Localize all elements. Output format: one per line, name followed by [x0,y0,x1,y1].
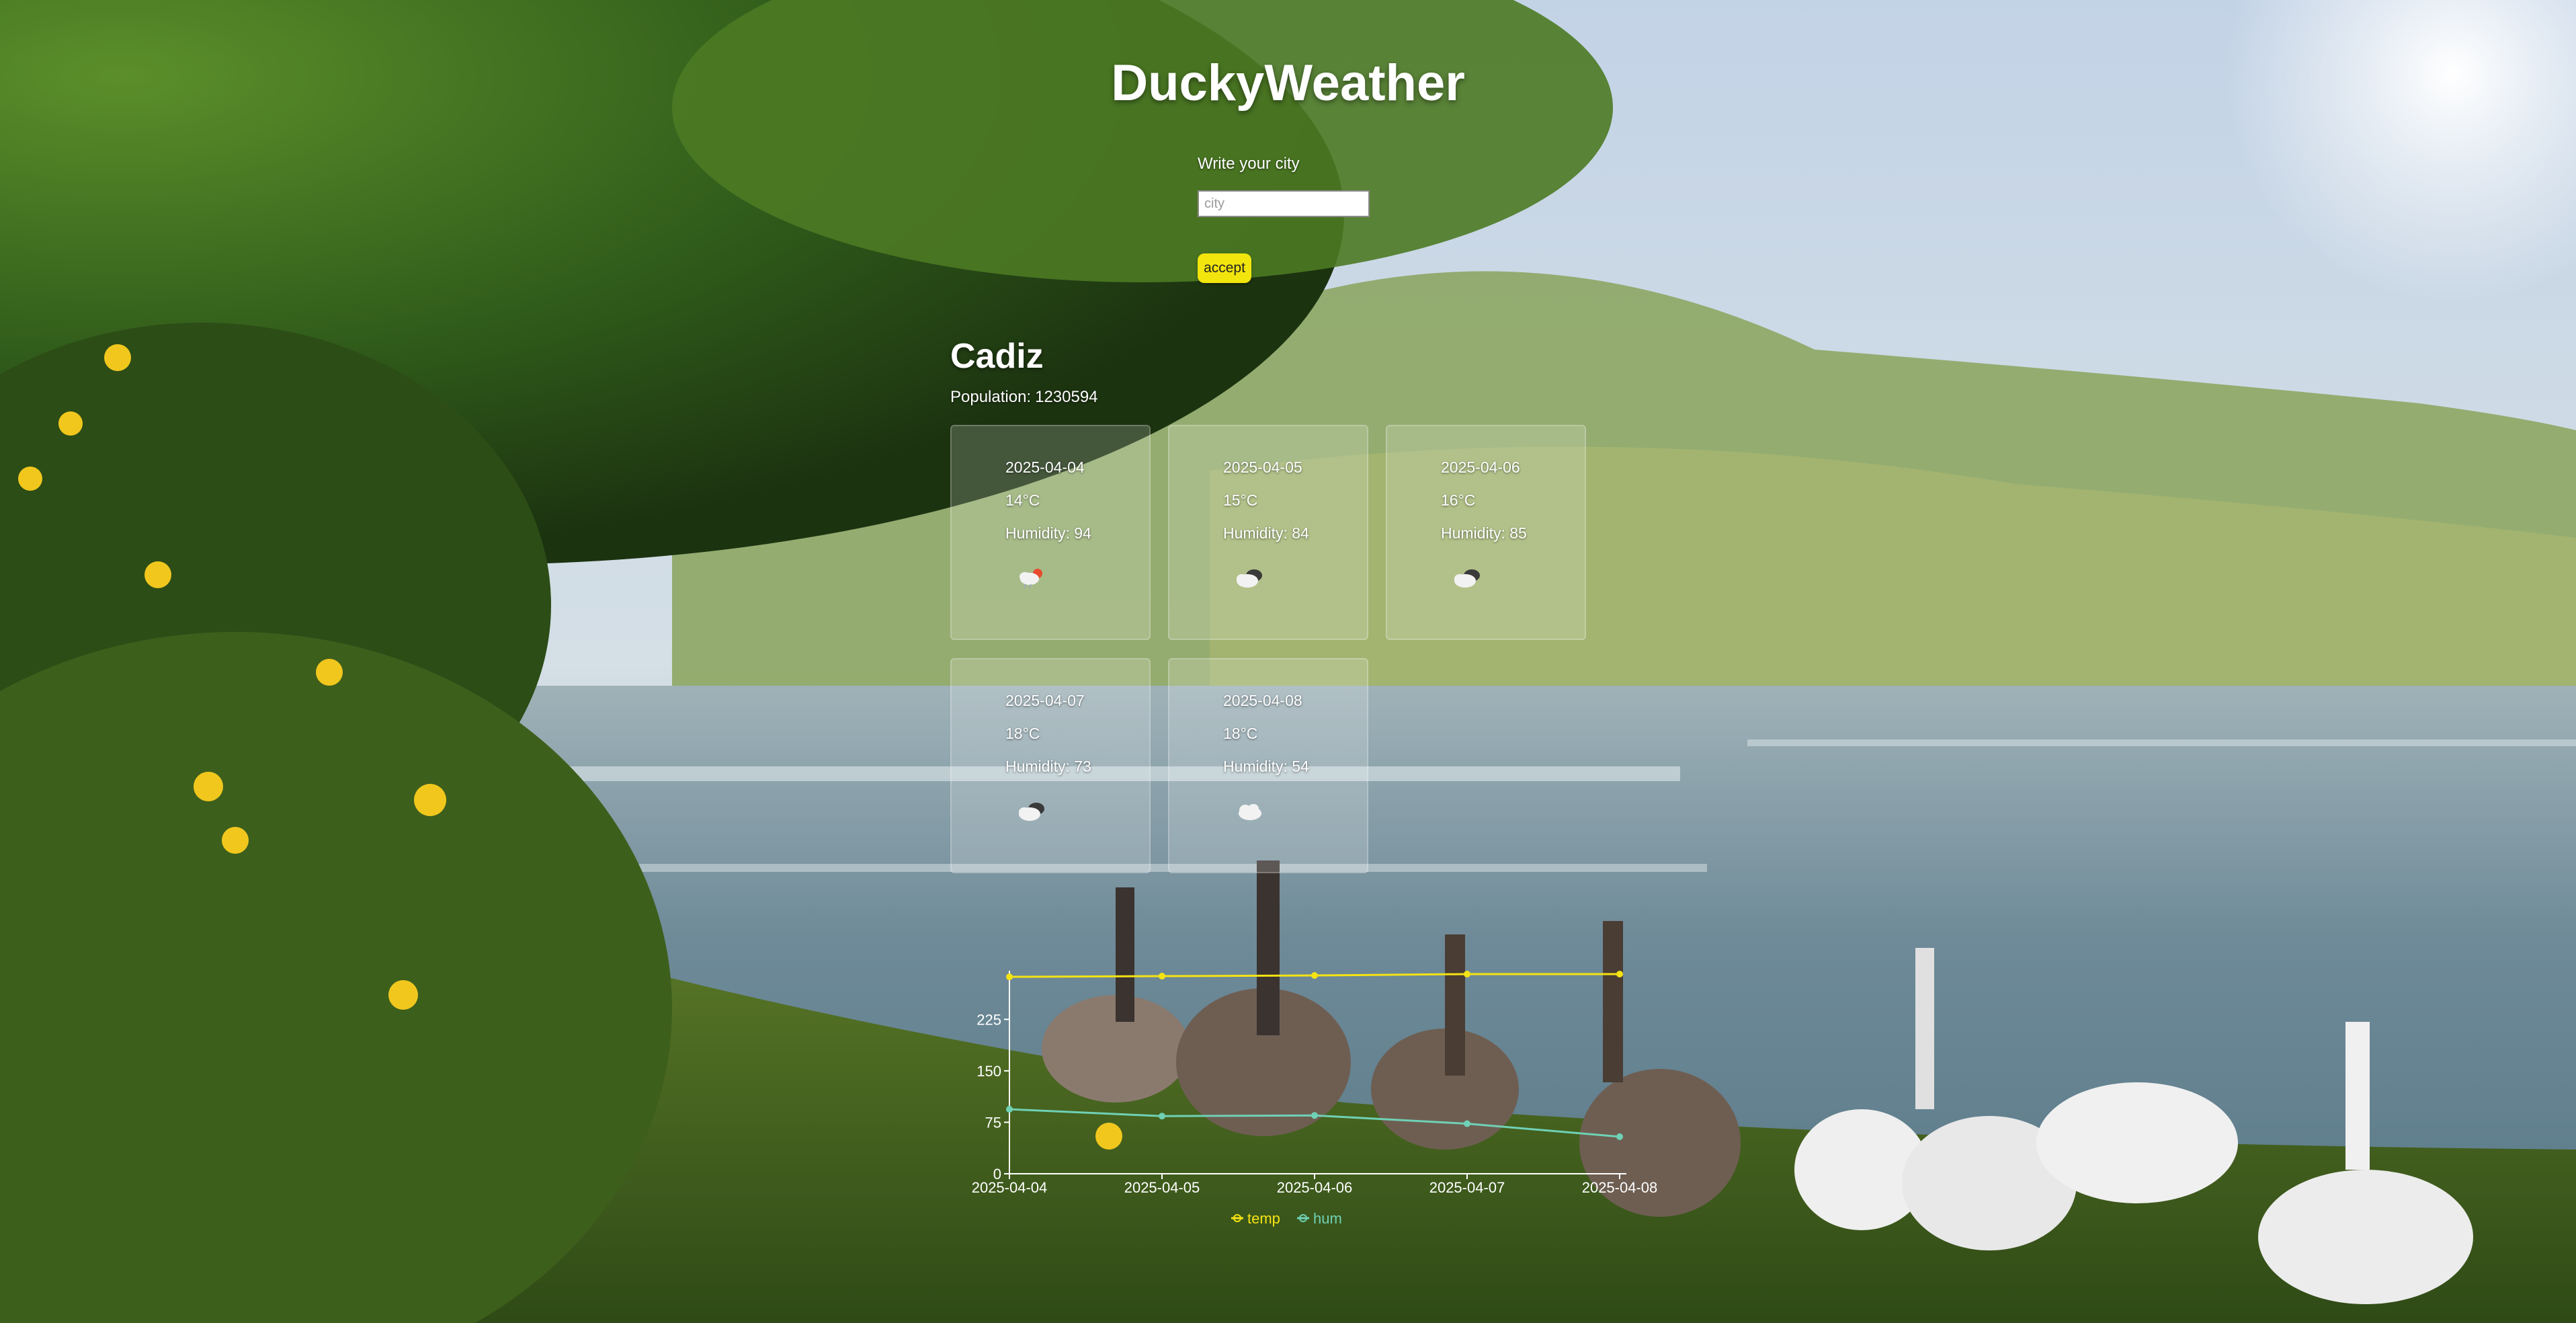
forecast-card: 2025-04-04 14°C Humidity: 94 [950,425,1151,640]
y-tick-label: 75 [985,1114,1001,1131]
forecast-temp: 16°C [1441,491,1476,509]
data-point-temp [1159,973,1165,980]
forecast-humidity: Humidity: 73 [1005,758,1091,775]
forecast-date: 2025-04-06 [1441,458,1520,476]
dark-cloud-icon [1454,569,1480,588]
data-point-temp [1464,970,1470,977]
app-title: DuckyWeather [1111,54,1465,112]
x-tick-label: 2025-04-06 [1277,1179,1353,1196]
y-tick-label: 225 [977,1011,1001,1028]
population-value: 1230594 [1035,388,1098,406]
forecast-card: 2025-04-05 15°C Humidity: 84 [1168,425,1368,640]
forecast-humidity: Humidity: 54 [1223,758,1309,775]
weather-chart: 0 75 150 225 2025-04-04 2025-04-05 2025-04-06 2… [954,968,1657,1250]
cloud-icon [1239,804,1261,820]
forecast-humidity: Humidity: 84 [1223,524,1309,542]
forecast-date: 2025-04-08 [1223,692,1302,709]
forecast-date: 2025-04-05 [1223,458,1302,476]
accept-button[interactable]: accept [1198,253,1251,283]
legend-label-hum: hum [1313,1210,1342,1227]
forecast-temp: 14°C [1005,491,1040,509]
population-text: Population: 1230594 [950,388,1102,407]
forecast-card: 2025-04-06 16°C Humidity: 85 [1386,425,1586,640]
forecast-humidity: Humidity: 85 [1441,524,1527,542]
dark-cloud-icon [1237,569,1262,588]
data-point-hum [1006,1106,1013,1113]
city-input[interactable] [1198,190,1370,217]
forecast-temp: 15°C [1223,491,1258,509]
forecast-date: 2025-04-07 [1005,692,1085,709]
forecast-temp: 18°C [1005,725,1040,742]
x-tick-label: 2025-04-08 [1582,1179,1658,1196]
forecast-humidity: Humidity: 94 [1005,524,1091,542]
city-name: Cadiz [950,337,1044,376]
data-point-hum [1311,1112,1318,1119]
city-input-label: Write your city [1198,155,1300,173]
data-point-temp [1616,970,1623,977]
chart-canvas: 0751502252025-04-04 2025-04-05 2025-04-06 2… [972,970,1657,1227]
data-point-hum [1464,1120,1470,1127]
data-point-hum [1616,1133,1623,1140]
forecast-card: 2025-04-07 18°C Humidity: 73 [950,658,1151,873]
forecast-temp: 18°C [1223,725,1258,742]
y-tick-label: 150 [977,1063,1001,1080]
population-label: Population: [950,388,1032,406]
cloud-rain-sun-icon [1020,569,1042,589]
x-tick-label: 2025-04-05 [1124,1179,1200,1196]
data-point-temp [1006,973,1013,981]
forecast-card: 2025-04-08 18°C Humidity: 54 [1168,658,1368,873]
x-tick-label: 2025-04-07 [1429,1179,1505,1196]
data-point-hum [1159,1113,1165,1120]
x-tick-label: 2025-04-04 [972,1179,1048,1196]
forecast-date: 2025-04-04 [1005,458,1085,476]
data-point-temp [1311,972,1318,979]
dark-cloud-icon [1019,803,1044,821]
legend-label-temp: temp [1247,1210,1280,1227]
